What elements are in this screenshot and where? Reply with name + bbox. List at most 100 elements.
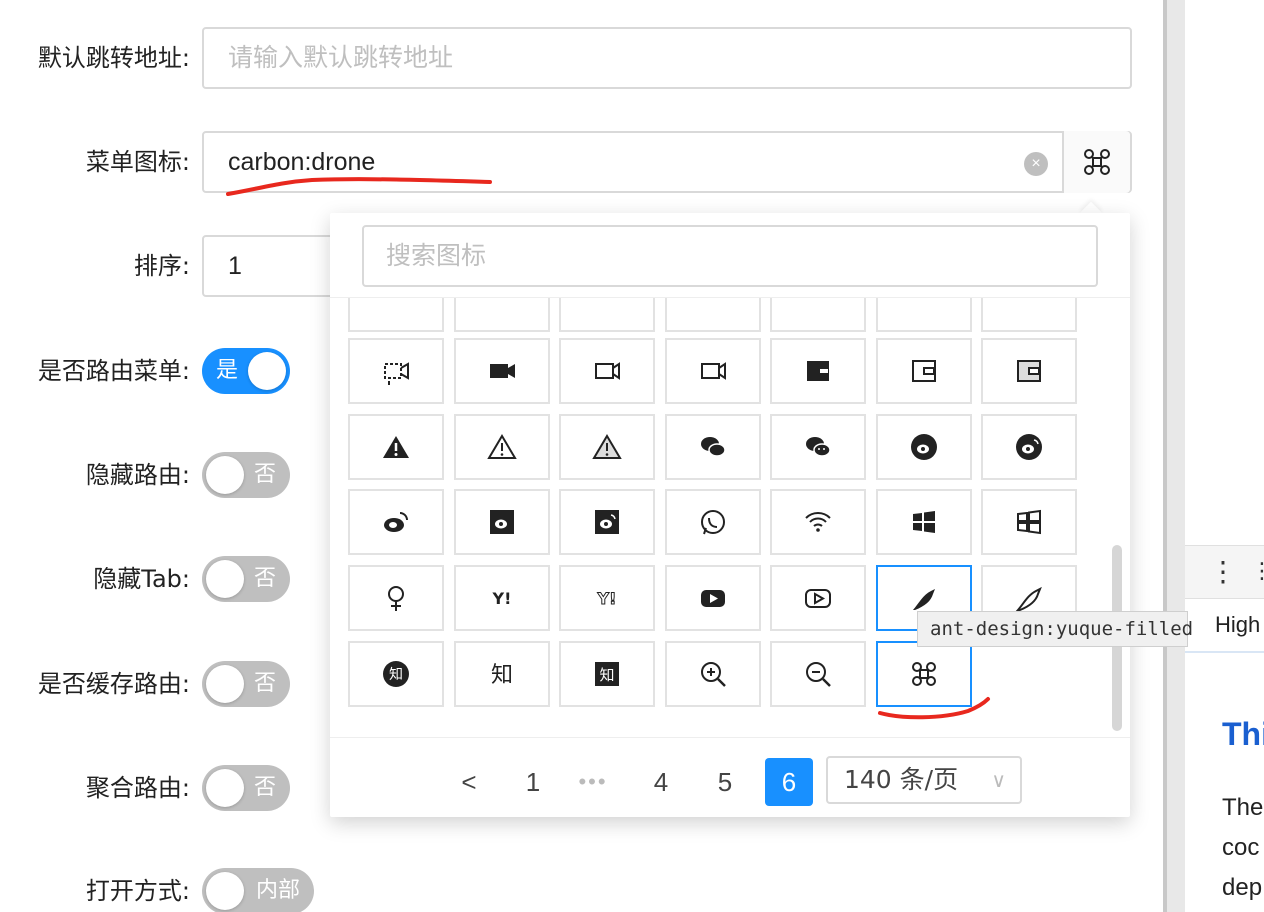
icon-cell[interactable] [770, 414, 866, 480]
icon-search-placeholder: 搜索图标 [386, 241, 487, 270]
open-mode-switch[interactable]: 内部 [202, 868, 314, 912]
clear-icon[interactable]: × [1024, 152, 1048, 176]
split-divider[interactable] [1163, 0, 1185, 912]
switch-text: 内部 [255, 878, 300, 903]
cache-route-switch[interactable]: 否 [202, 661, 290, 707]
icon-cell[interactable] [876, 338, 972, 404]
icon-preview-button[interactable] [1062, 131, 1130, 193]
icon-cell[interactable] [981, 489, 1077, 555]
menu-icon-input[interactable]: carbon:drone × [202, 131, 1132, 193]
separator-icon: ⋮ [1251, 558, 1264, 583]
icon-cell[interactable] [876, 298, 972, 332]
icon-cell[interactable] [348, 489, 444, 555]
switch-knob [206, 456, 244, 494]
icon-cell[interactable] [559, 489, 655, 555]
icon-search-input[interactable]: 搜索图标 [362, 225, 1098, 287]
icon-cell[interactable] [770, 338, 866, 404]
wallet-twotone-icon [1017, 360, 1041, 382]
icon-cell[interactable]: 知 [348, 641, 444, 707]
switch-text: 否 [253, 671, 276, 696]
whatsapp-icon [701, 510, 725, 535]
icon-cell[interactable] [454, 298, 550, 332]
is-route-menu-switch[interactable]: 是 [202, 348, 290, 394]
icon-cell[interactable] [454, 338, 550, 404]
icon-cell[interactable] [981, 414, 1077, 480]
icon-cell[interactable] [981, 298, 1077, 332]
icon-grid: Y! Y! 知 知 知 [330, 297, 1130, 737]
hide-route-switch[interactable]: 否 [202, 452, 290, 498]
icon-cell[interactable] [665, 298, 761, 332]
icon-cell[interactable] [876, 414, 972, 480]
windows-filled-icon [913, 511, 935, 533]
icon-cell[interactable] [665, 338, 761, 404]
open-mode-label: 打开方式: [85, 877, 190, 905]
icon-cell[interactable] [348, 338, 444, 404]
icon-cell[interactable] [454, 489, 550, 555]
page-6[interactable]: 6 [765, 758, 813, 806]
icon-cell[interactable] [665, 414, 761, 480]
right-heading: Thi [1222, 716, 1264, 752]
switch-knob [206, 560, 244, 598]
icon-cell[interactable] [981, 338, 1077, 404]
icon-cell[interactable]: 知 [454, 641, 550, 707]
drone-icon [1084, 149, 1110, 175]
youtube-filled-icon [701, 590, 725, 607]
icon-cell[interactable] [348, 565, 444, 631]
icon-cell[interactable] [770, 298, 866, 332]
switch-text: 是 [216, 358, 239, 383]
menu-icon-value: carbon:drone [228, 148, 376, 176]
icon-cell[interactable] [348, 297, 444, 332]
youtube-outline-icon [805, 589, 831, 608]
icon-cell[interactable] [348, 414, 444, 480]
menu-icon-label: 菜单图标: [85, 148, 190, 176]
video-add-icon [384, 362, 409, 385]
page-size-select[interactable]: 140 条/页 ∨ [826, 756, 1022, 804]
weibo-icon [384, 512, 408, 532]
yuque-outline-icon [1015, 586, 1042, 611]
tab-underline [1185, 651, 1264, 653]
form-row-menu-icon: 菜单图标: carbon:drone × [0, 131, 1140, 193]
more-icon[interactable]: ⋮ [1209, 558, 1237, 586]
weibo-square-filled-icon [490, 510, 514, 534]
icon-cell[interactable] [665, 641, 761, 707]
page-1[interactable]: 1 [516, 758, 550, 806]
icon-cell[interactable] [770, 489, 866, 555]
page-size-value: 140 条/页 [844, 765, 959, 794]
yuque-filled-icon [913, 589, 935, 610]
pagination: < 1 ••• 4 5 6 140 条/页 ∨ [330, 737, 1130, 817]
page-ellipsis[interactable]: ••• [576, 758, 610, 806]
icon-cell[interactable]: 知 [559, 641, 655, 707]
icon-cell[interactable] [665, 565, 761, 631]
icon-cell[interactable] [770, 565, 866, 631]
zhihu-circle-icon: 知 [383, 661, 409, 687]
icon-cell[interactable] [876, 641, 972, 707]
aggregate-route-switch[interactable]: 否 [202, 765, 290, 811]
icon-cell[interactable] [559, 414, 655, 480]
svg-text:知: 知 [599, 666, 614, 684]
hide-tab-label: 隐藏Tab: [93, 565, 190, 593]
weibo-circle-filled-icon [911, 434, 937, 460]
icon-cell[interactable]: Y! [454, 565, 550, 631]
prev-page-button[interactable]: < [452, 758, 486, 806]
page-5[interactable]: 5 [708, 758, 742, 806]
icon-cell[interactable] [665, 489, 761, 555]
icon-cell[interactable] [559, 338, 655, 404]
video-filled-icon [490, 364, 515, 378]
partial-icon [381, 297, 411, 314]
sort-input[interactable]: 1 [202, 235, 342, 297]
svg-text:Y!: Y! [597, 589, 617, 608]
redirect-input[interactable]: 请输入默认跳转地址 [202, 27, 1132, 89]
hide-tab-switch[interactable]: 否 [202, 556, 290, 602]
aggregate-route-label: 聚合路由: [85, 774, 190, 802]
icon-cell[interactable] [770, 641, 866, 707]
right-tab-label[interactable]: High [1215, 612, 1260, 638]
page-4[interactable]: 4 [644, 758, 678, 806]
icon-cell[interactable] [876, 489, 972, 555]
icon-cell[interactable]: Y! [559, 565, 655, 631]
hide-route-label: 隐藏路由: [85, 461, 190, 489]
switch-knob [248, 352, 286, 390]
wallet-outline-icon [912, 360, 936, 382]
icon-cell[interactable] [454, 414, 550, 480]
icon-cell[interactable] [559, 298, 655, 332]
windows-outline-icon [1017, 509, 1041, 535]
